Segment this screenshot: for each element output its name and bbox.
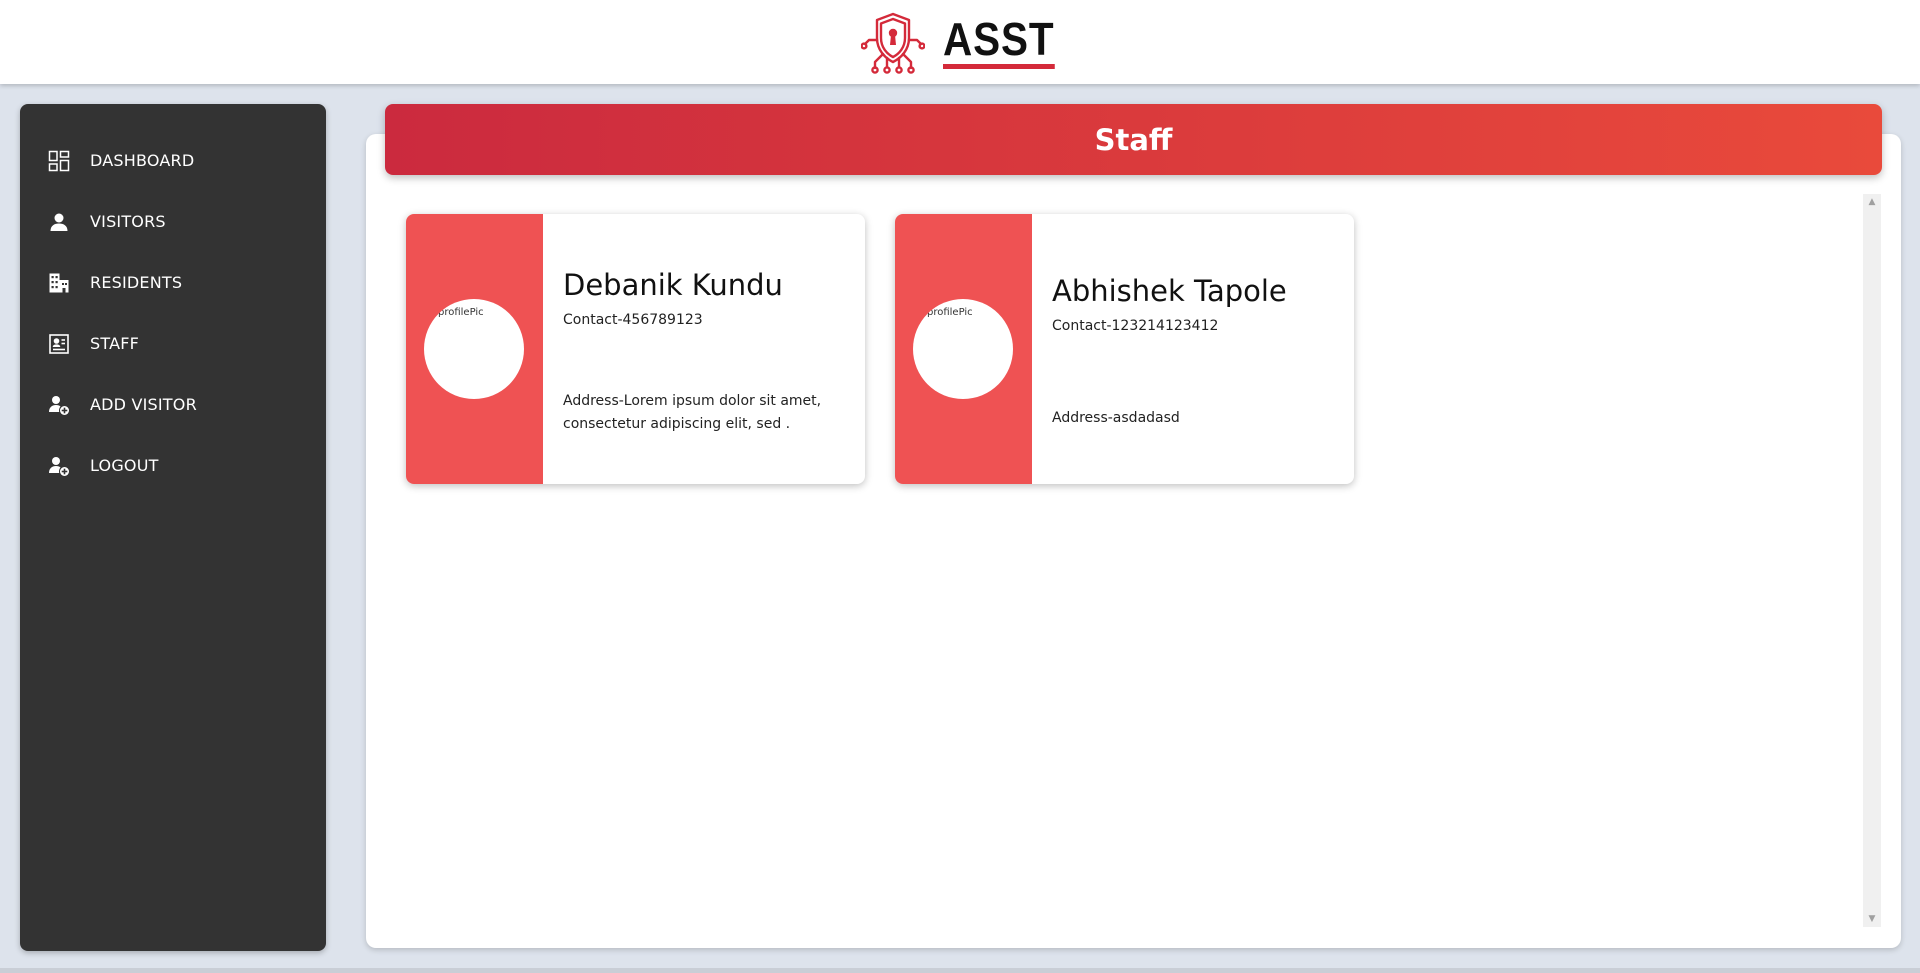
sidebar-item-visitors[interactable]: VISITORS	[20, 191, 326, 252]
staff-address: Address-asdadasd	[1052, 410, 1180, 426]
staff-address: Address-Lorem ipsum dolor sit amet, cons…	[563, 393, 822, 432]
card-accent-panel: profilePic	[895, 214, 1032, 484]
sidebar: DASHBOARD VISITORS RESIDENTS STAFF ADD V…	[20, 104, 326, 951]
sidebar-item-label: DASHBOARD	[90, 151, 195, 170]
sidebar-item-residents[interactable]: RESIDENTS	[20, 252, 326, 313]
shield-keyhole-icon	[860, 12, 925, 74]
sidebar-item-label: ADD VISITOR	[90, 395, 197, 414]
window-bottom-edge	[0, 968, 1920, 973]
staff-contact: Contact-456789123	[563, 312, 703, 328]
sidebar-item-label: STAFF	[90, 334, 140, 353]
card-body: Debanik Kundu Contact-456789123 Address-…	[563, 214, 853, 484]
scroll-up-arrow-icon[interactable]: ▲	[1863, 194, 1881, 210]
sidebar-item-dashboard[interactable]: DASHBOARD	[20, 130, 326, 191]
avatar: profilePic	[424, 299, 524, 399]
dashboard-grid-icon	[48, 150, 70, 172]
staff-card[interactable]: profilePic Debanik Kundu Contact-4567891…	[406, 214, 865, 484]
staff-name: Abhishek Tapole	[1052, 274, 1287, 308]
top-header: ASST	[0, 0, 1920, 84]
sidebar-item-add-visitor[interactable]: ADD VISITOR	[20, 374, 326, 435]
card-body: Abhishek Tapole Contact-123214123412 Add…	[1052, 214, 1342, 484]
sidebar-item-logout[interactable]: LOGOUT	[20, 435, 326, 496]
scroll-down-arrow-icon[interactable]: ▼	[1863, 911, 1881, 927]
avatar-alt-text: profilePic	[438, 307, 484, 318]
staff-card[interactable]: profilePic Abhishek Tapole Contact-12321…	[895, 214, 1354, 484]
staff-name: Debanik Kundu	[563, 268, 783, 302]
id-card-icon	[48, 333, 70, 355]
page-title: Staff	[1094, 122, 1173, 157]
logo-text: ASST	[942, 16, 1055, 69]
avatar-alt-text: profilePic	[927, 307, 973, 318]
sidebar-item-staff[interactable]: STAFF	[20, 313, 326, 374]
app-logo[interactable]: ASST	[860, 10, 1070, 74]
building-icon	[48, 272, 70, 294]
card-accent-panel: profilePic	[406, 214, 543, 484]
sidebar-item-label: RESIDENTS	[90, 273, 183, 292]
staff-contact: Contact-123214123412	[1052, 318, 1219, 334]
sidebar-item-label: VISITORS	[90, 212, 166, 231]
sidebar-item-label: LOGOUT	[90, 456, 159, 475]
person-add-icon	[48, 394, 70, 416]
page-header-banner: Staff	[385, 104, 1882, 175]
avatar: profilePic	[913, 299, 1013, 399]
person-add-icon	[48, 455, 70, 477]
person-icon	[48, 211, 70, 233]
vertical-scrollbar[interactable]: ▲ ▼	[1863, 194, 1881, 927]
